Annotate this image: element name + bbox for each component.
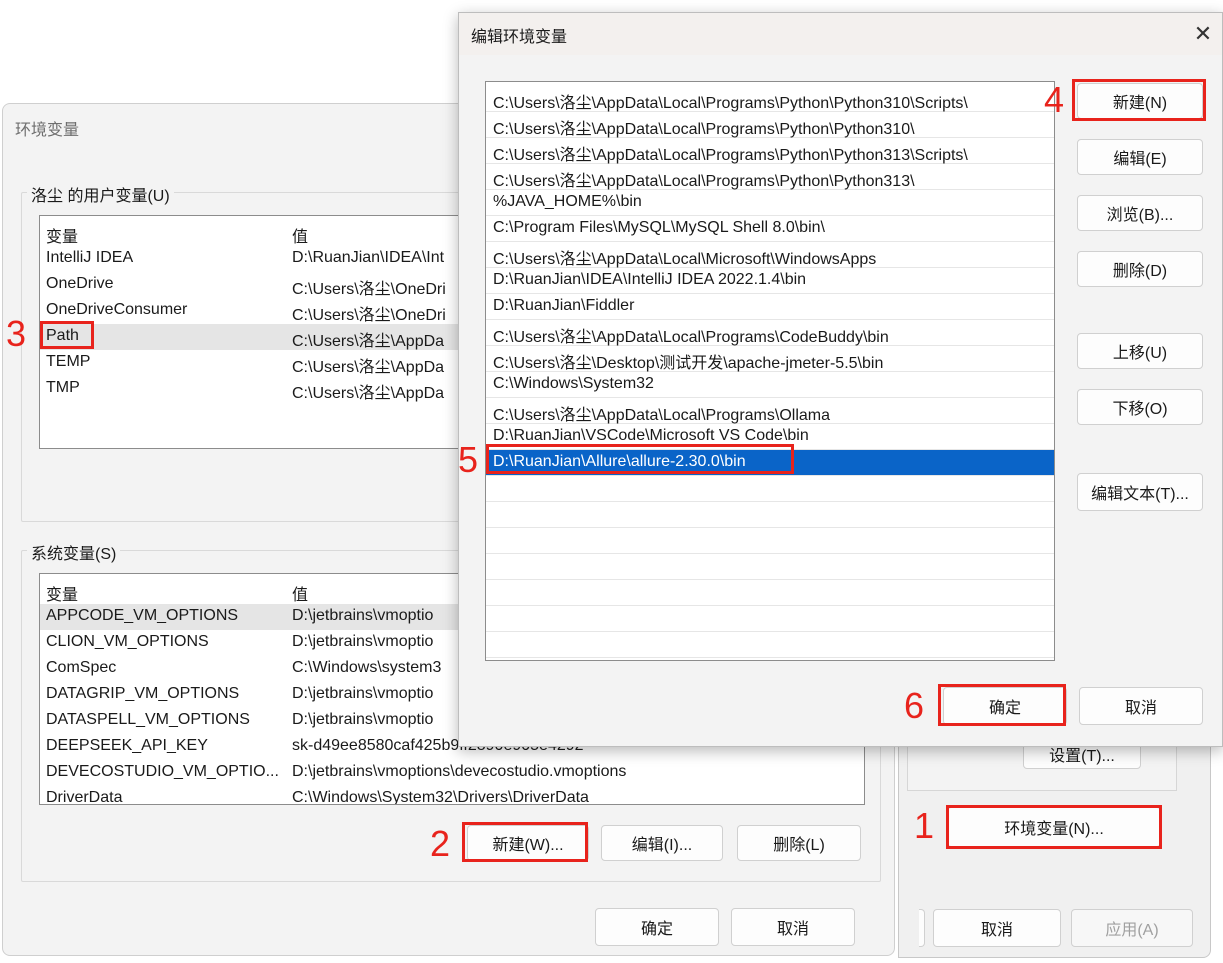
annotation-box-2 [462,822,588,862]
empty-row[interactable] [486,632,1054,658]
annotation-box-5 [486,444,794,474]
variable-name: DriverData [46,789,123,805]
window-title: 环境变量 [15,122,80,139]
variable-value: C:\Users\洛尘\AppDa [292,359,445,376]
variable-name: DATAGRIP_VM_OPTIONS [46,685,240,702]
variable-value: D:\jetbrains\vmoptio [292,685,434,702]
annotation-number-2: 2 [430,823,451,864]
empty-row[interactable] [486,502,1054,528]
dialog-cancel-button[interactable]: 取消 [1079,687,1203,725]
browse-button[interactable]: 浏览(B)... [1077,195,1203,231]
list-item[interactable]: C:\Users\洛尘\AppData\Local\Programs\Pytho… [486,164,1054,190]
title-bar [459,13,1222,55]
annotation-number-1: 1 [914,805,935,846]
column-header-variable[interactable]: 变量 [46,223,78,247]
empty-row[interactable] [486,528,1054,554]
list-item[interactable]: C:\Users\洛尘\AppData\Local\Programs\Pytho… [486,138,1054,164]
variable-name: DEEPSEEK_API_KEY [46,737,208,754]
list-item[interactable]: D:\RuanJian\Fiddler [486,294,1054,320]
variable-value: C:\Users\洛尘\OneDri [292,281,446,298]
empty-row[interactable] [486,606,1054,632]
annotation-box-3 [40,321,94,349]
list-item[interactable]: DEVECOSTUDIO_VM_OPTIO... D:\jetbrains\vm… [40,760,864,786]
empty-row[interactable] [486,580,1054,606]
sysprop-cancel-button[interactable]: 取消 [933,909,1061,947]
variable-name: DATASPELL_VM_OPTIONS [46,711,250,728]
variable-value: C:\Windows\system3 [292,659,442,676]
annotation-box-4 [1072,79,1206,121]
variable-value: D:\jetbrains\vmoptio [292,633,434,650]
empty-row[interactable] [486,554,1054,580]
move-down-button[interactable]: 下移(O) [1077,389,1203,425]
dialog-title: 编辑环境变量 [471,29,568,46]
variable-name: TMP [46,379,80,396]
variable-value: C:\Users\洛尘\AppDa [292,385,445,402]
annotation-box-1 [946,805,1162,849]
annotation-number-6: 6 [904,685,925,726]
variable-value: D:\jetbrains\vmoptio [292,607,434,624]
list-item[interactable]: C:\Program Files\MySQL\MySQL Shell 8.0\b… [486,216,1054,242]
list-item[interactable]: C:\Users\洛尘\AppData\Local\Microsoft\Wind… [486,242,1054,268]
system-delete-button[interactable]: 删除(L) [737,825,861,861]
list-item[interactable]: DriverData C:\Windows\System32\Drivers\D… [40,786,864,805]
variable-name: APPCODE_VM_OPTIONS [46,607,239,624]
annotation-number-4: 4 [1044,79,1065,120]
variable-value: C:\Windows\System32\Drivers\DriverData [292,789,589,805]
system-edit-button[interactable]: 编辑(I)... [601,825,723,861]
path-list[interactable]: C:\Users\洛尘\AppData\Local\Programs\Pytho… [485,81,1055,661]
apply-button[interactable]: 应用(A) [1071,909,1193,947]
delete-button[interactable]: 删除(D) [1077,251,1203,287]
list-item[interactable]: %JAVA_HOME%\bin [486,190,1054,216]
move-up-button[interactable]: 上移(U) [1077,333,1203,369]
variable-value: C:\Users\洛尘\AppDa [292,333,445,350]
edit-environment-variable-dialog: 编辑环境变量 ✕ C:\Users\洛尘\AppData\Local\Progr… [458,12,1223,747]
ok-button-partial[interactable] [919,909,925,947]
empty-row[interactable] [486,476,1054,502]
list-item[interactable]: C:\Windows\System32 [486,372,1054,398]
close-icon[interactable]: ✕ [1188,19,1218,49]
annotation-box-6 [938,684,1066,726]
variable-name: OneDriveConsumer [46,301,188,318]
ok-button[interactable]: 确定 [595,908,719,946]
system-variables-label: 系统变量(S) [27,540,121,564]
list-item[interactable]: C:\Users\洛尘\AppData\Local\Programs\Pytho… [486,112,1054,138]
list-item[interactable]: C:\Users\洛尘\AppData\Local\Programs\CodeB… [486,320,1054,346]
list-item[interactable]: D:\RuanJian\IDEA\IntelliJ IDEA 2022.1.4\… [486,268,1054,294]
edit-button[interactable]: 编辑(E) [1077,139,1203,175]
column-header-variable[interactable]: 变量 [46,581,78,605]
variable-name: TEMP [46,353,91,370]
variable-value: D:\RuanJian\IDEA\Int [292,249,445,266]
cancel-button[interactable]: 取消 [731,908,855,946]
variable-value: D:\jetbrains\vmoptio [292,711,434,728]
list-item[interactable]: C:\Users\洛尘\AppData\Local\Programs\Ollam… [486,398,1054,424]
list-item[interactable]: C:\Users\洛尘\Desktop\测试开发\apache-jmeter-5… [486,346,1054,372]
column-header-value[interactable]: 值 [292,581,308,605]
variable-name: CLION_VM_OPTIONS [46,633,209,650]
edit-text-button[interactable]: 编辑文本(T)... [1077,473,1203,511]
variable-value: D:\jetbrains\vmoptions\devecostudio.vmop… [292,763,627,780]
list-item[interactable]: C:\Users\洛尘\AppData\Local\Programs\Pytho… [486,86,1054,112]
column-header-value[interactable]: 值 [292,223,308,247]
user-variables-label: 洛尘 的用户变量(U) [27,182,174,206]
variable-name: IntelliJ IDEA [46,249,134,266]
variable-name: DEVECOSTUDIO_VM_OPTIO... [46,763,279,780]
variable-name: ComSpec [46,659,117,676]
annotation-number-5: 5 [458,439,479,480]
variable-value: C:\Users\洛尘\OneDri [292,307,446,324]
annotation-number-3: 3 [6,313,27,354]
variable-name: OneDrive [46,275,114,292]
